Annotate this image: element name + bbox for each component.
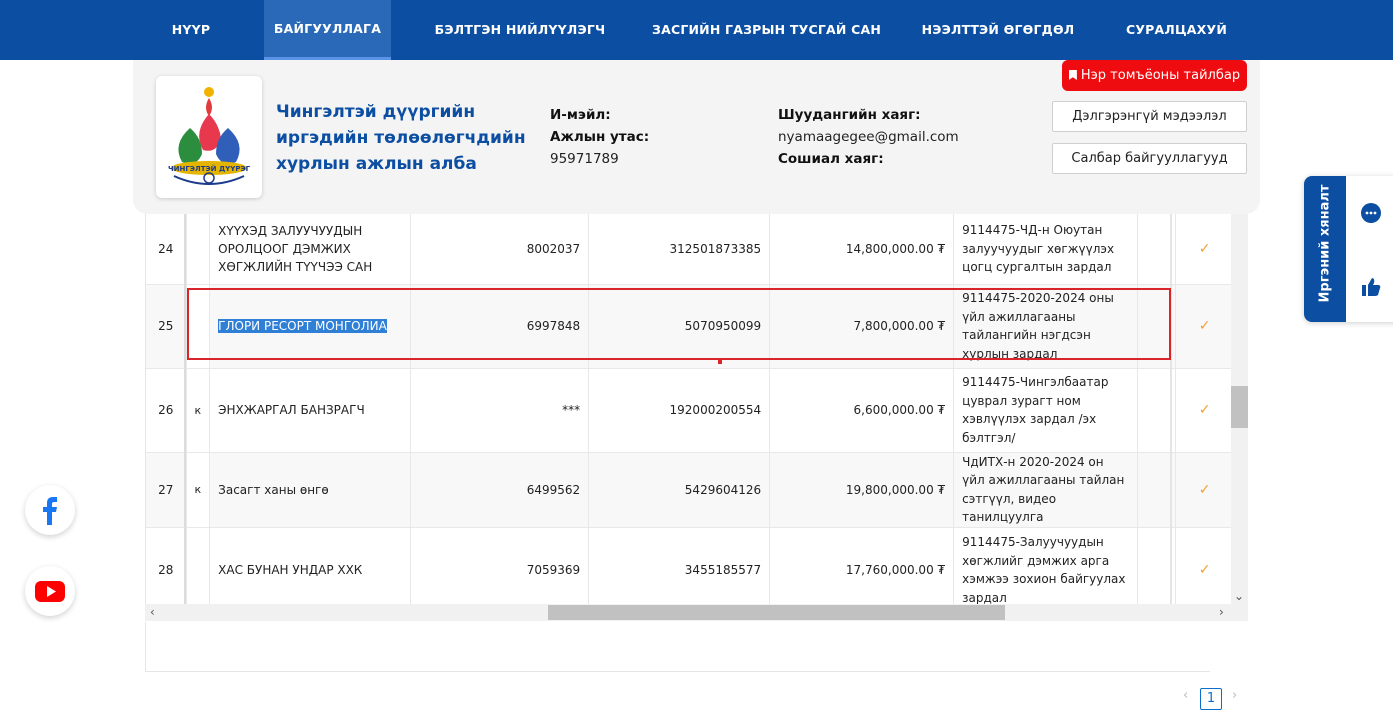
nav-home[interactable]: НҮҮР: [160, 0, 222, 60]
org-logo: ЧИНГЭЛТЭЙ ДҮҮРЭГ: [156, 76, 262, 198]
check-icon: ✓: [1175, 368, 1235, 453]
row-prefix: к: [186, 452, 211, 528]
account-number: 312501873385: [588, 214, 771, 285]
youtube-icon: [35, 581, 65, 602]
supplier-name: ХАС БУНАН УНДАР ХХК: [209, 527, 412, 606]
pagination-next[interactable]: ›: [1232, 688, 1237, 703]
account-number: 3455185577: [588, 527, 771, 606]
facebook-icon: [43, 497, 57, 525]
top-nav: НҮҮР БАЙГУУЛЛАГА БЭЛТГЭН НИЙЛҮҮЛЭГЧ ЗАСГ…: [0, 0, 1393, 60]
supplier-name: Засагт ханы өнгө: [209, 452, 412, 528]
scroll-left-icon[interactable]: ‹: [150, 605, 155, 619]
scroll-down-icon[interactable]: ⌄: [1234, 589, 1244, 603]
social-label: Сошиал хаяг:: [778, 151, 884, 167]
row-index: 28: [146, 527, 187, 606]
org-title: Чингэлтэй дүүргийн иргэдийн төлөөлөгчдий…: [276, 99, 526, 177]
org-title-line-3: хурлын ажлын алба: [276, 154, 477, 174]
registry-number: 7059369: [410, 527, 590, 606]
supplier-name: ЭНХЖАРГАЛ БАНЗРАГЧ: [209, 368, 412, 453]
row-index: 27: [146, 452, 187, 528]
vertical-scroll-thumb[interactable]: [1231, 386, 1248, 428]
frozen-column-shadow: [184, 214, 186, 604]
citizen-feedback-tab[interactable]: Иргэний хяналт: [1304, 176, 1346, 322]
phone-value: 95971789: [550, 151, 619, 167]
citizen-feedback-widget[interactable]: Иргэний хяналт: [1304, 176, 1393, 322]
org-title-line-2: иргэдийн төлөөлөгчдийн: [276, 128, 526, 148]
check-icon: ✓: [1175, 527, 1235, 606]
nav-supplier[interactable]: БЭЛТГЭН НИЙЛҮҮЛЭГЧ: [432, 0, 608, 60]
nav-special-fund[interactable]: ЗАСГИЙН ГАЗРЫН ТУСГАЙ САН: [652, 0, 881, 60]
check-icon: ✓: [1175, 214, 1235, 285]
table-row: 24 ХҮҮХЭД ЗАЛУУЧУУДЫН ОРОЛЦООГ ДЭМЖИХ ХӨ…: [146, 214, 1235, 285]
nav-organization[interactable]: БАЙГУУЛЛАГА: [264, 0, 391, 60]
amount: 14,800,000.00 ₮: [769, 214, 955, 285]
pagination-page-1[interactable]: 1: [1200, 688, 1222, 710]
amount: 19,800,000.00 ₮: [769, 452, 955, 528]
amount: 17,760,000.00 ₮: [769, 527, 955, 606]
check-icon: ✓: [1175, 452, 1235, 528]
terminology-legend-button[interactable]: Нэр томъёоны тайлбар: [1062, 60, 1247, 91]
details-button[interactable]: Дэлгэрэнгүй мэдээлэл: [1052, 101, 1247, 132]
horizontal-scroll-thumb[interactable]: [548, 605, 1005, 620]
chat-icon[interactable]: [1360, 202, 1382, 224]
email-label: И-мэйл:: [550, 107, 611, 123]
description: ЧдИТХ-н 2020-2024 он үйл ажиллагааны тай…: [953, 452, 1139, 528]
nav-learning[interactable]: СУРАЛЦАХУЙ: [1120, 0, 1233, 60]
row-prefix: [186, 214, 211, 285]
row-index: 24: [146, 214, 187, 285]
row-index: 25: [146, 284, 187, 369]
highlight-marker: [718, 360, 722, 364]
check-icon: ✓: [1175, 284, 1235, 369]
contracts-table: 24 ХҮҮХЭД ЗАЛУУЧУУДЫН ОРОЛЦООГ ДЭМЖИХ ХӨ…: [145, 214, 1248, 606]
description: 9114475-Залуучуудын хөгжлийг дэмжих арга…: [953, 527, 1139, 606]
registry-number: 6499562: [410, 452, 590, 528]
table-row: 27 к Засагт ханы өнгө 6499562 5429604126…: [146, 452, 1235, 528]
org-logo-image: ЧИНГЭЛТЭЙ ДҮҮРЭГ: [168, 87, 251, 185]
amount: 6,600,000.00 ₮: [769, 368, 955, 453]
org-title-line-1: Чингэлтэй дүүргийн: [276, 102, 476, 122]
registry-number: 8002037: [410, 214, 590, 285]
row-prefix: [186, 527, 211, 606]
row-index: 26: [146, 368, 187, 453]
row-highlight-box: [187, 288, 1171, 360]
citizen-feedback-label: Иргэний хяналт: [1317, 184, 1333, 303]
youtube-button[interactable]: [25, 566, 75, 616]
table-row: 28 ХАС БУНАН УНДАР ХХК 7059369 345518557…: [146, 527, 1235, 606]
email-value[interactable]: nyamaagegee@gmail.com: [778, 129, 959, 145]
scroll-right-icon[interactable]: ›: [1219, 605, 1224, 619]
row-prefix: к: [186, 368, 211, 453]
table-row: 26 к ЭНХЖАРГАЛ БАНЗРАГЧ *** 192000200554…: [146, 368, 1235, 453]
branches-button[interactable]: Салбар байгууллагууд: [1052, 143, 1247, 174]
account-number: 5429604126: [588, 452, 771, 528]
org-logo-text: ЧИНГЭЛТЭЙ ДҮҮРЭГ: [168, 164, 251, 173]
nav-open-data[interactable]: НЭЭЛТТЭЙ ӨГӨГДӨЛ: [920, 0, 1076, 60]
mail-address-label: Шуудангийн хаяг:: [778, 107, 921, 123]
thumbs-up-icon[interactable]: [1360, 276, 1382, 298]
account-number: 192000200554: [588, 368, 771, 453]
bookmark-icon: [1068, 70, 1077, 80]
facebook-button[interactable]: [25, 485, 75, 535]
description: 9114475-Чингэлбаатар цуврал зурагт ном х…: [953, 368, 1139, 453]
pagination-prev[interactable]: ‹: [1183, 688, 1188, 703]
terminology-legend-label: Нэр томъёоны тайлбар: [1080, 68, 1241, 83]
registry-number: ***: [410, 368, 590, 453]
description: 9114475-ЧД-н Оюутан залуучуудыг хөгжүүлэ…: [953, 214, 1139, 285]
table-footer: [145, 622, 1210, 672]
phone-label: Ажлын утас:: [550, 129, 650, 145]
frozen-column-shadow-right: [1170, 214, 1172, 604]
supplier-name: ХҮҮХЭД ЗАЛУУЧУУДЫН ОРОЛЦООГ ДЭМЖИХ ХӨГЖЛ…: [209, 214, 412, 285]
